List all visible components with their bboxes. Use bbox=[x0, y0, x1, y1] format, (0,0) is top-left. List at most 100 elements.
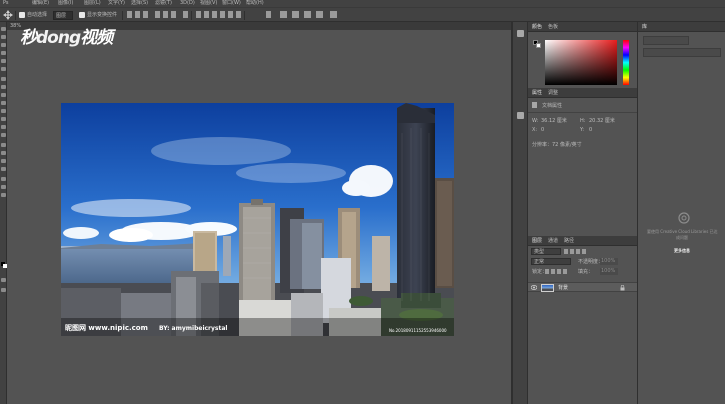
quick-mask-icon[interactable] bbox=[1, 278, 6, 282]
distribute-hcenter-icon[interactable] bbox=[220, 11, 225, 18]
w-value[interactable]: 36.12 厘米 bbox=[541, 118, 567, 124]
menu-help[interactable]: 帮助(H) bbox=[246, 0, 264, 6]
logo-prefix: 秒 bbox=[20, 28, 37, 48]
tab-swatches[interactable]: 色板 bbox=[548, 24, 558, 30]
distribute-right-icon[interactable] bbox=[228, 11, 233, 18]
blur-tool-icon[interactable] bbox=[1, 125, 6, 129]
3d-pan-icon[interactable] bbox=[304, 11, 311, 18]
w-label: W: bbox=[532, 118, 539, 124]
shape-tool-icon[interactable] bbox=[1, 167, 6, 171]
gradient-tool-icon[interactable] bbox=[1, 117, 6, 121]
right-panels: 颜色 色板 属性 调整 文档属性 W: 36.12 厘米 H: 20.32 厘米… bbox=[528, 22, 637, 404]
3d-rotate-icon[interactable] bbox=[280, 11, 287, 18]
move-tool-icon[interactable] bbox=[1, 27, 6, 31]
h-value[interactable]: 20.32 厘米 bbox=[589, 118, 615, 124]
color-bg-swatch[interactable] bbox=[536, 43, 541, 48]
align-hcenter-icon[interactable] bbox=[163, 11, 168, 18]
menu-edit[interactable]: 编辑(E) bbox=[32, 0, 49, 6]
libraries-dropdown[interactable] bbox=[643, 36, 689, 45]
screen-mode-icon[interactable] bbox=[1, 288, 6, 292]
lock-pixels-icon[interactable] bbox=[545, 269, 549, 274]
align-left-icon[interactable] bbox=[155, 11, 160, 18]
history-panel-icon[interactable] bbox=[517, 30, 524, 37]
tab-channels[interactable]: 通道 bbox=[548, 238, 558, 244]
blend-mode-dropdown[interactable]: 正常 bbox=[531, 258, 571, 265]
zoom-tool-icon[interactable] bbox=[1, 185, 6, 189]
align-top-icon[interactable] bbox=[127, 11, 132, 18]
libraries-more-info-link[interactable]: 更多信息 bbox=[674, 248, 690, 254]
distribute-vcenter-icon[interactable] bbox=[196, 11, 201, 18]
crop-tool-icon[interactable] bbox=[1, 59, 6, 63]
history-brush-tool-icon[interactable] bbox=[1, 101, 6, 105]
menu-image[interactable]: 图像(I) bbox=[58, 0, 73, 6]
distribute-bottom-icon[interactable] bbox=[204, 11, 209, 18]
eyedropper-tool-icon[interactable] bbox=[1, 67, 6, 71]
3d-slide-icon[interactable] bbox=[316, 11, 323, 18]
libraries-message-line2: 成问题 bbox=[676, 235, 688, 240]
visibility-eye-icon[interactable] bbox=[531, 285, 537, 290]
layer-name[interactable]: 背景 bbox=[558, 285, 568, 291]
stamp-tool-icon[interactable] bbox=[1, 93, 6, 97]
tab-properties[interactable]: 属性 bbox=[532, 90, 542, 96]
filter-pixel-icon[interactable] bbox=[564, 249, 568, 254]
filter-shape-icon[interactable] bbox=[582, 249, 586, 254]
tools-panel bbox=[0, 22, 7, 404]
type-tool-icon[interactable] bbox=[1, 151, 6, 155]
creative-cloud-icon bbox=[678, 212, 690, 224]
distribute-left-icon[interactable] bbox=[212, 11, 217, 18]
menu-window[interactable]: 窗口(W) bbox=[222, 0, 241, 6]
filter-adjustment-icon[interactable] bbox=[570, 249, 574, 254]
lasso-tool-icon[interactable] bbox=[1, 43, 6, 47]
filter-type-icon[interactable] bbox=[576, 249, 580, 254]
align-right-icon[interactable] bbox=[171, 11, 176, 18]
lock-paint-icon[interactable] bbox=[551, 269, 555, 274]
document-image[interactable]: 昵图网 www.nipic.com BY: amymibeicrystal No… bbox=[61, 103, 454, 336]
align-bottom-icon[interactable] bbox=[143, 11, 148, 18]
lock-position-icon[interactable] bbox=[557, 269, 561, 274]
hue-slider[interactable] bbox=[623, 40, 629, 85]
eraser-tool-icon[interactable] bbox=[1, 109, 6, 113]
3d-scale-icon[interactable] bbox=[330, 11, 337, 18]
tab-layers[interactable]: 图层 bbox=[532, 238, 542, 244]
x-value[interactable]: 0 bbox=[541, 127, 544, 133]
marquee-tool-icon[interactable] bbox=[1, 35, 6, 39]
menu-3d[interactable]: 3D(D) bbox=[180, 0, 195, 6]
menu-layer[interactable]: 图层(L) bbox=[84, 0, 101, 6]
menu-filter[interactable]: 滤镜(T) bbox=[155, 0, 172, 6]
quick-select-tool-icon[interactable] bbox=[1, 51, 6, 55]
tab-color[interactable]: 颜色 bbox=[532, 24, 542, 30]
properties-collapsed-icon[interactable] bbox=[517, 112, 524, 119]
layer-kind-filter[interactable]: 类型 bbox=[531, 248, 561, 255]
auto-select-target-dropdown[interactable]: 图层 bbox=[53, 11, 73, 20]
video-watermark-logo: 秒dong视频 bbox=[20, 23, 113, 48]
auto-select-checkbox[interactable] bbox=[19, 12, 25, 18]
brush-tool-icon[interactable] bbox=[1, 85, 6, 89]
menu-view[interactable]: 视图(V) bbox=[200, 0, 217, 6]
hand-tool-icon[interactable] bbox=[1, 177, 6, 181]
libraries-search-input[interactable] bbox=[643, 48, 721, 57]
distribute-top-icon[interactable] bbox=[183, 11, 188, 18]
opacity-input[interactable]: 100% bbox=[600, 258, 618, 265]
auto-align-icon[interactable] bbox=[236, 11, 241, 18]
more-tools-icon[interactable] bbox=[1, 193, 6, 197]
lock-all-icon[interactable] bbox=[563, 269, 567, 274]
tab-adjustments[interactable]: 调整 bbox=[548, 90, 558, 96]
layer-thumbnail bbox=[541, 284, 554, 292]
menu-select[interactable]: 选择(S) bbox=[131, 0, 148, 6]
y-value[interactable]: 0 bbox=[589, 127, 592, 133]
pen-tool-icon[interactable] bbox=[1, 143, 6, 147]
show-transform-checkbox[interactable] bbox=[79, 12, 85, 18]
path-select-tool-icon[interactable] bbox=[1, 159, 6, 163]
healing-tool-icon[interactable] bbox=[1, 77, 6, 81]
fill-input[interactable]: 100% bbox=[600, 268, 618, 275]
tab-libraries[interactable]: 库 bbox=[642, 24, 647, 30]
color-field[interactable] bbox=[545, 40, 617, 85]
layer-row-background[interactable]: 背景 bbox=[528, 282, 637, 292]
menu-type[interactable]: 文字(Y) bbox=[108, 0, 125, 6]
tab-paths[interactable]: 路径 bbox=[564, 238, 574, 244]
align-vcenter-icon[interactable] bbox=[135, 11, 140, 18]
dodge-tool-icon[interactable] bbox=[1, 133, 6, 137]
move-tool-icon[interactable] bbox=[3, 10, 13, 20]
3d-roll-icon[interactable] bbox=[292, 11, 299, 18]
menu-ps-logo[interactable]: Ps bbox=[3, 0, 9, 6]
